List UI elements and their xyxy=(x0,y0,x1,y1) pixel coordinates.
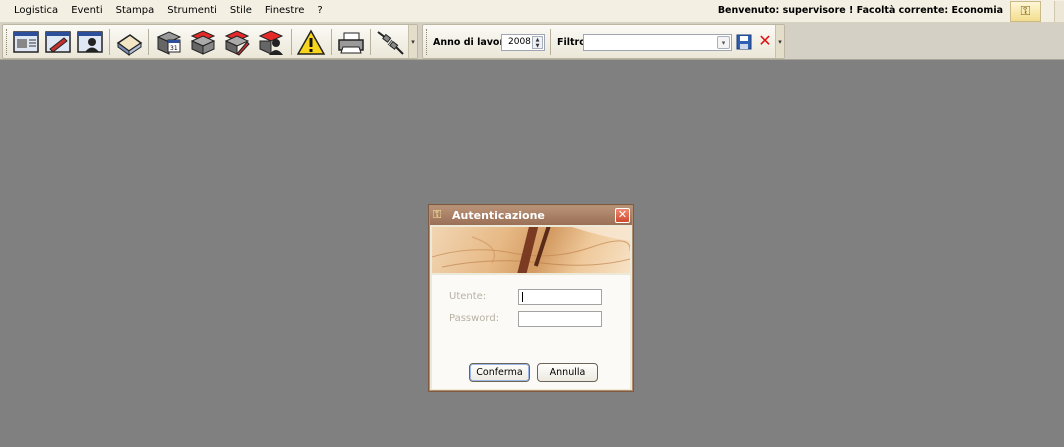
year-value: 2008 xyxy=(508,37,531,47)
welcome-text: Benvenuto: supervisore ! Facoltà corrent… xyxy=(717,5,1003,16)
window-edit-icon xyxy=(45,31,71,53)
menu-logistica[interactable]: Logistica xyxy=(7,4,64,18)
chevron-down-icon[interactable]: ▾ xyxy=(717,36,730,49)
menu-strumenti[interactable]: Strumenti xyxy=(160,4,223,18)
password-label: Password: xyxy=(449,313,500,324)
printer-button[interactable] xyxy=(336,28,366,57)
book-button[interactable] xyxy=(114,28,144,57)
toolbar-grip[interactable] xyxy=(426,29,429,55)
filter-toolbar: Anno di lavoro: 2008 ▲ ▼ Filtro ▾ ✕ ▾ xyxy=(422,24,785,59)
menu-eventi[interactable]: Eventi xyxy=(64,4,108,18)
confirm-button[interactable]: Conferma xyxy=(469,363,530,382)
svg-text:31: 31 xyxy=(170,45,178,52)
toolbar-grip[interactable] xyxy=(6,29,9,55)
dialog-titlebar[interactable]: ⚿ Autenticazione ✕ xyxy=(430,206,632,225)
close-icon[interactable]: ✕ xyxy=(615,208,630,223)
user-button[interactable]: ⚿ xyxy=(1010,1,1041,22)
save-icon[interactable] xyxy=(736,34,752,50)
toolbar-separator xyxy=(291,29,292,55)
menu-bar: Logistica Eventi Stampa Strumenti Stile … xyxy=(0,0,1064,23)
user-key-icon: ⚿ xyxy=(1020,4,1031,19)
year-spinner[interactable]: 2008 ▲ ▼ xyxy=(501,34,545,51)
toolbar-separator xyxy=(331,29,332,55)
dialog-title: Autenticazione xyxy=(452,209,545,222)
toolbar-row: 31 ▾ Anno di lavoro: 2008 ▲ ▼ Filtro ▾ ✕… xyxy=(0,23,1064,60)
filter-select[interactable]: ▾ xyxy=(583,34,732,51)
book-icon xyxy=(116,34,143,56)
red-stack-button[interactable] xyxy=(188,28,218,57)
disconnect-icon xyxy=(377,31,404,55)
clear-filter-icon[interactable]: ✕ xyxy=(757,33,773,49)
menu-help[interactable]: ? xyxy=(310,4,328,18)
login-dialog: ⚿ Autenticazione ✕ Utente: Password: Con… xyxy=(428,204,634,392)
window-list-icon xyxy=(13,31,39,53)
dialog-body: Utente: Password: Conferma Annulla xyxy=(432,275,630,389)
red-stack-edit-button[interactable] xyxy=(222,28,252,57)
window-list-button[interactable] xyxy=(11,28,41,57)
spin-down-icon[interactable]: ▼ xyxy=(533,43,542,49)
red-stack-person-icon xyxy=(258,30,284,55)
warning-button[interactable] xyxy=(296,28,326,57)
toolbar-separator xyxy=(370,29,371,55)
menu-finestre[interactable]: Finestre xyxy=(258,4,310,18)
year-spin-buttons[interactable]: ▲ ▼ xyxy=(532,36,543,49)
pen-paper-illustration xyxy=(432,227,630,273)
cancel-button[interactable]: Annulla xyxy=(537,363,598,382)
filter-label: Filtro xyxy=(557,37,586,48)
calendar-stack-button[interactable]: 31 xyxy=(154,28,184,57)
menu-stile[interactable]: Stile xyxy=(223,4,258,18)
toolbar-overflow-button[interactable]: ▾ xyxy=(408,25,417,58)
window-person-button[interactable] xyxy=(75,28,105,57)
text-caret xyxy=(522,292,523,302)
disconnect-button[interactable] xyxy=(375,28,405,57)
username-input[interactable] xyxy=(518,289,602,305)
calendar-stack-icon: 31 xyxy=(156,31,182,55)
password-input[interactable] xyxy=(518,311,602,327)
warning-icon xyxy=(297,29,325,55)
toolbar-overflow-button[interactable]: ▾ xyxy=(775,25,784,58)
window-person-icon xyxy=(77,31,103,53)
menu-stampa[interactable]: Stampa xyxy=(109,4,161,18)
menu-items: Logistica Eventi Stampa Strumenti Stile … xyxy=(7,4,329,18)
dialog-banner-image xyxy=(432,227,630,273)
key-icon: ⚿ xyxy=(433,208,442,221)
toolbar-separator xyxy=(148,29,149,55)
window-edit-button[interactable] xyxy=(43,28,73,57)
main-toolbar: 31 ▾ xyxy=(2,24,418,59)
red-stack-edit-icon xyxy=(224,30,250,56)
printer-icon xyxy=(338,32,364,54)
menu-overflow-button[interactable] xyxy=(1054,1,1064,22)
username-label: Utente: xyxy=(449,291,487,302)
red-stack-icon xyxy=(190,30,216,55)
toolbar-separator xyxy=(109,29,110,55)
red-stack-person-button[interactable] xyxy=(256,28,286,57)
toolbar-separator xyxy=(550,29,551,55)
